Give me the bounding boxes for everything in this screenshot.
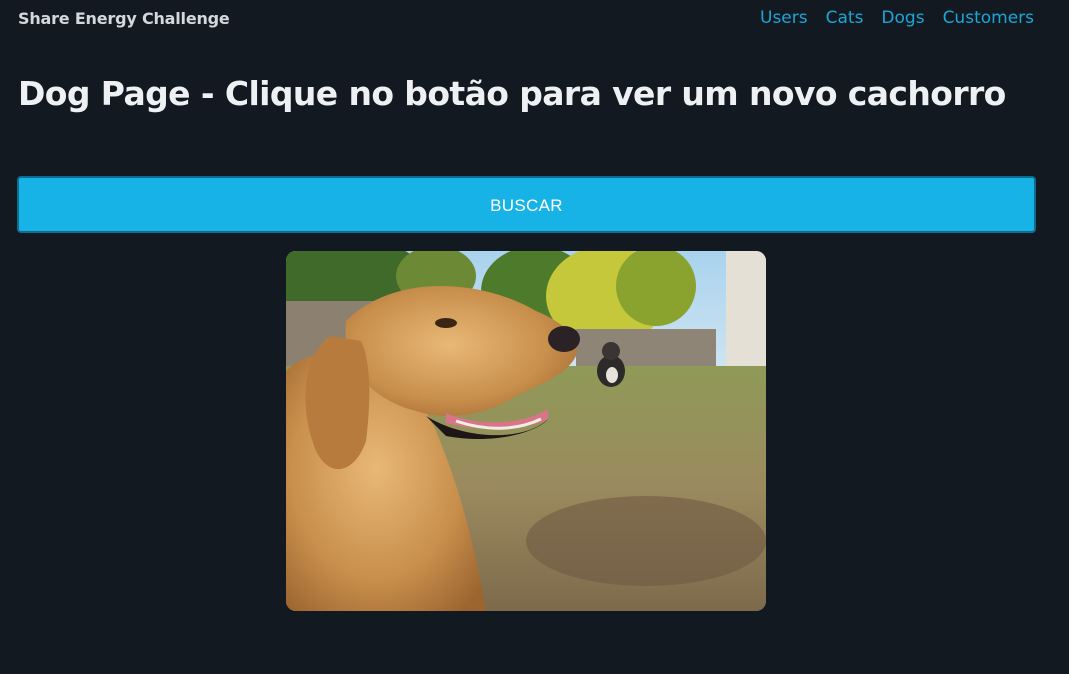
- dog-photo-illustration: [286, 251, 766, 611]
- nav-link-customers[interactable]: Customers: [943, 8, 1034, 28]
- search-button[interactable]: BUSCAR: [17, 176, 1036, 233]
- nav-link-users[interactable]: Users: [760, 8, 808, 28]
- nav-link-cats[interactable]: Cats: [826, 8, 864, 28]
- navbar: Share Energy Challenge Users Cats Dogs C…: [0, 0, 1069, 40]
- dog-image: [286, 251, 766, 611]
- nav-links: Users Cats Dogs Customers: [760, 8, 1034, 28]
- brand-link[interactable]: Share Energy Challenge: [18, 9, 230, 28]
- nav-link-dogs[interactable]: Dogs: [881, 8, 924, 28]
- page-title: Dog Page - Clique no botão para ver um n…: [18, 74, 1006, 113]
